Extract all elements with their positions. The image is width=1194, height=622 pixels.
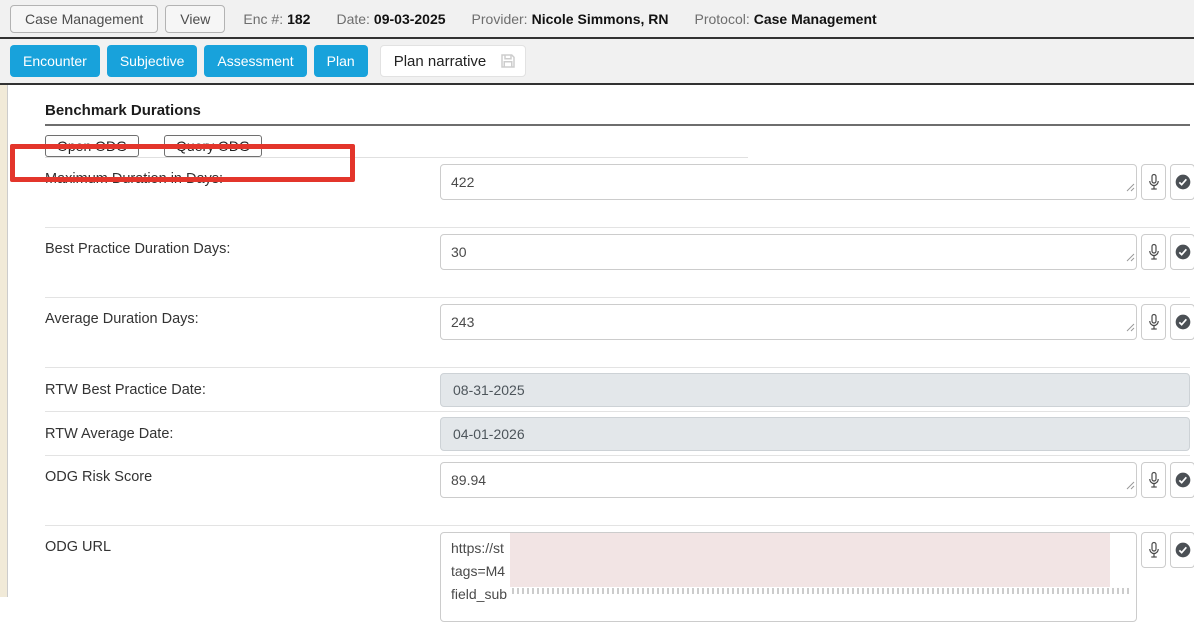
maximum-duration-label: Maximum Duration in Days: (45, 164, 440, 187)
odg-url-input[interactable]: https://st tags=M4 field_sub (440, 532, 1137, 622)
enc-number: Enc #:182 (243, 11, 310, 27)
rtw-best-practice-date-input[interactable] (440, 373, 1190, 407)
check-circle-icon (1175, 174, 1191, 190)
verify-button[interactable] (1170, 532, 1194, 568)
tab-encounter[interactable]: Encounter (10, 45, 100, 77)
check-circle-icon (1175, 542, 1191, 558)
best-practice-duration-input[interactable]: 30 (440, 234, 1137, 270)
enc-provider-label: Provider: (472, 11, 528, 27)
query-odg-button[interactable]: Query ODG (164, 135, 262, 157)
check-circle-icon (1175, 472, 1191, 488)
dictate-button[interactable] (1141, 462, 1166, 498)
average-duration-input[interactable]: 243 (440, 304, 1137, 340)
check-circle-icon (1175, 244, 1191, 260)
enc-protocol-label: Protocol: (695, 11, 750, 27)
dictate-button[interactable] (1141, 234, 1166, 270)
microphone-icon (1148, 173, 1160, 192)
enc-number-value: 182 (287, 11, 310, 27)
encounter-header-bar: Case Management View Enc #:182 Date: 09-0… (0, 0, 1194, 39)
check-circle-icon (1175, 314, 1191, 330)
open-odg-button[interactable]: Open ODG (45, 135, 139, 157)
microphone-icon (1148, 541, 1160, 560)
field-row-maximum-duration: Maximum Duration in Days: 422 (45, 158, 1190, 228)
tab-assessment[interactable]: Assessment (204, 45, 306, 77)
odg-buttons-row: Open ODG Query ODG (45, 126, 748, 158)
odg-url-label: ODG URL (45, 532, 440, 555)
verify-button[interactable] (1170, 304, 1194, 340)
microphone-icon (1148, 313, 1160, 332)
verify-button[interactable] (1170, 164, 1194, 200)
plan-narrative-label: Plan narrative (394, 53, 487, 70)
field-row-best-practice-duration: Best Practice Duration Days: 30 (45, 228, 1190, 298)
enc-provider: Provider:Nicole Simmons, RN (472, 11, 669, 27)
section-toolbar: Encounter Subjective Assessment Plan Pla… (0, 39, 1194, 85)
enc-protocol-value: Case Management (754, 11, 877, 27)
dictate-button[interactable] (1141, 532, 1166, 568)
maximum-duration-input[interactable]: 422 (440, 164, 1137, 200)
section-title: Benchmark Durations (45, 102, 1190, 119)
encounter-info: Enc #:182 Date: 09-03-2025 Provider:Nicol… (243, 11, 876, 27)
rtw-average-date-label: RTW Average Date: (45, 426, 440, 442)
benchmark-durations-section: Benchmark Durations Open ODG Query ODG M… (0, 102, 1194, 622)
average-duration-label: Average Duration Days: (45, 304, 440, 327)
microphone-icon (1148, 471, 1160, 490)
enc-provider-value: Nicole Simmons, RN (532, 11, 669, 27)
rtw-average-date-input[interactable] (440, 417, 1190, 451)
enc-date: Date: 09-03-2025 (336, 11, 445, 27)
enc-date-label: Date: (336, 11, 369, 27)
odg-risk-score-input[interactable]: 89.94 (440, 462, 1137, 498)
enc-protocol: Protocol:Case Management (695, 11, 877, 27)
rtw-best-practice-date-label: RTW Best Practice Date: (45, 382, 440, 398)
plan-narrative-button[interactable]: Plan narrative (380, 45, 527, 77)
field-row-odg-risk-score: ODG Risk Score 89.94 (45, 456, 1190, 526)
field-row-rtw-average-date: RTW Average Date: (45, 412, 1190, 456)
field-row-average-duration: Average Duration Days: 243 (45, 298, 1190, 368)
view-button[interactable]: View (165, 5, 225, 33)
dictate-button[interactable] (1141, 164, 1166, 200)
field-row-odg-url: ODG URL https://st tags=M4 field_sub (45, 526, 1190, 622)
case-management-button[interactable]: Case Management (10, 5, 158, 33)
verify-button[interactable] (1170, 462, 1194, 498)
best-practice-duration-label: Best Practice Duration Days: (45, 234, 440, 257)
enc-date-value: 09-03-2025 (374, 11, 446, 27)
microphone-icon (1148, 243, 1160, 262)
tab-subjective[interactable]: Subjective (107, 45, 198, 77)
verify-button[interactable] (1170, 234, 1194, 270)
tab-plan[interactable]: Plan (314, 45, 368, 77)
dictate-button[interactable] (1141, 304, 1166, 340)
save-icon (499, 52, 517, 70)
field-row-rtw-best-practice-date: RTW Best Practice Date: (45, 368, 1190, 412)
enc-number-label: Enc #: (243, 11, 283, 27)
odg-risk-score-label: ODG Risk Score (45, 462, 440, 485)
